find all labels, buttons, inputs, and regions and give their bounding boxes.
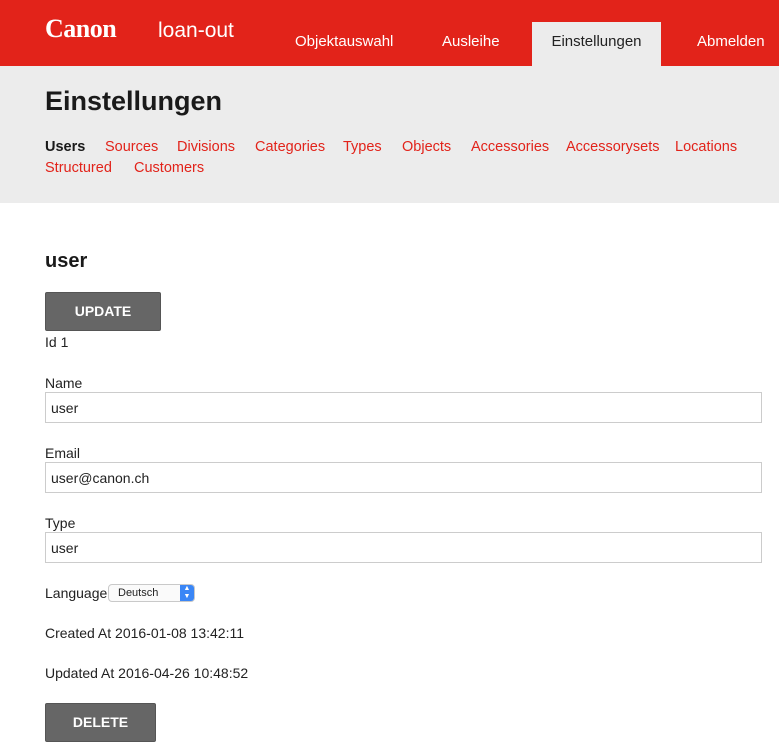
type-label: Type [45,515,76,531]
tab-objects[interactable]: Objects [402,139,451,155]
tab-customers[interactable]: Customers [134,160,204,176]
page-title: Einstellungen [45,86,223,116]
type-field[interactable] [45,532,762,563]
language-select[interactable]: Deutsch ▲ ▼ [108,584,195,602]
created-at: Created At 2016-01-08 13:42:11 [45,625,245,641]
language-selected-value: Deutsch [118,587,159,599]
nav-objektauswahl[interactable]: Objektauswahl [295,22,393,66]
updown-chevron-icon: ▲ ▼ [180,585,194,601]
nav-abmelden[interactable]: Abmelden [697,22,765,66]
name-field[interactable] [45,392,762,423]
tab-categories[interactable]: Categories [255,139,325,155]
tab-types[interactable]: Types [343,139,382,155]
delete-button[interactable]: DELETE [45,703,156,742]
email-field[interactable] [45,462,762,493]
nav-einstellungen[interactable]: Einstellungen [532,22,661,66]
nav-ausleihe[interactable]: Ausleihe [442,22,500,66]
user-form-title: user [45,250,88,272]
tab-structured[interactable]: Structured [45,160,112,176]
language-label: Language [45,585,108,601]
app-name: loan-out [158,19,234,42]
settings-subheader: Einstellungen Users Sources Divisions Ca… [0,66,779,203]
tab-accessorysets[interactable]: Accessorysets [566,139,659,155]
update-button[interactable]: UPDATE [45,292,161,331]
tab-users[interactable]: Users [45,139,85,155]
tab-locations[interactable]: Locations [675,139,737,155]
canon-logo[interactable]: Canon [45,14,117,44]
email-label: Email [45,445,81,461]
top-navigation-bar: Canon loan-out Objektauswahl Ausleihe Ei… [0,0,779,66]
user-id: Id 1 [45,334,69,350]
name-label: Name [45,375,83,391]
tab-divisions[interactable]: Divisions [177,139,235,155]
tab-accessories[interactable]: Accessories [471,139,549,155]
updated-at: Updated At 2016-04-26 10:48:52 [45,665,249,681]
tab-sources[interactable]: Sources [105,139,158,155]
